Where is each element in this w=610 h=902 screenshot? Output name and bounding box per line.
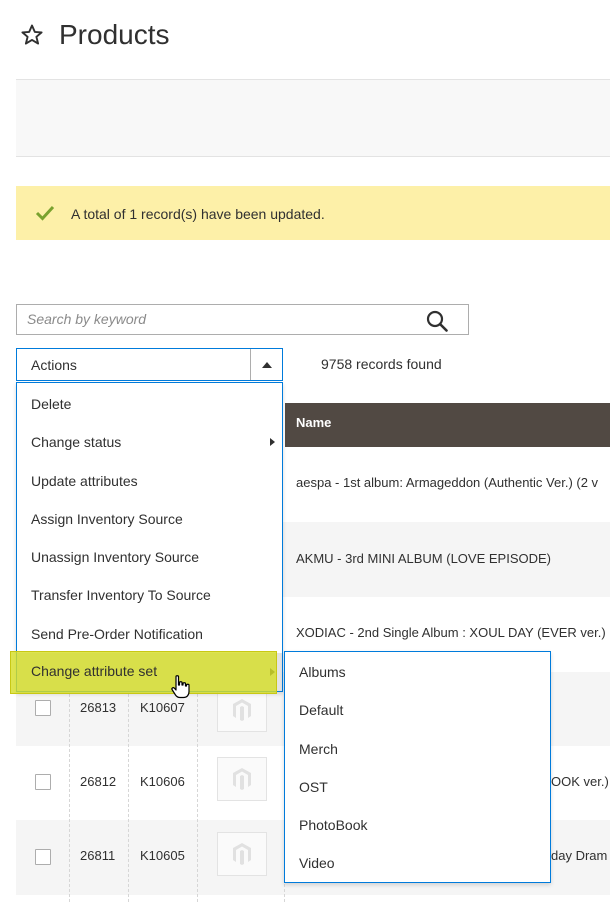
- caret-up-icon: [262, 362, 272, 368]
- row-checkbox[interactable]: [35, 700, 51, 716]
- menu-item-change-status[interactable]: Change status: [17, 423, 282, 461]
- menu-item-unassign-inventory-source[interactable]: Unassign Inventory Source: [17, 538, 282, 576]
- magento-placeholder-icon: [233, 768, 251, 790]
- actions-dropdown[interactable]: Actions: [16, 348, 283, 381]
- attribute-set-video[interactable]: Video: [299, 855, 335, 871]
- column-divider: [69, 694, 70, 902]
- product-name[interactable]: aespa - 1st album: Armageddon (Authentic…: [296, 475, 598, 490]
- filters-bar: [16, 79, 610, 157]
- product-name[interactable]: AKMU - 3rd MINI ALBUM (LOVE EPISODE): [296, 551, 551, 566]
- chevron-right-icon: [270, 438, 275, 446]
- message-text: A total of 1 record(s) have been updated…: [71, 206, 325, 222]
- menu-item-assign-inventory-source[interactable]: Assign Inventory Source: [17, 500, 282, 538]
- magento-placeholder-icon: [233, 699, 251, 721]
- search-box: [16, 304, 469, 335]
- product-thumbnail[interactable]: [217, 832, 267, 876]
- search-icon[interactable]: [426, 310, 448, 332]
- attribute-set-ost[interactable]: OST: [299, 779, 328, 795]
- menu-item-change-attribute-set[interactable]: Change attribute set: [31, 663, 157, 679]
- product-id: 26811: [80, 848, 116, 863]
- actions-label: Actions: [31, 357, 77, 373]
- attribute-set-default[interactable]: Default: [299, 702, 343, 718]
- records-count: 9758 records found: [321, 356, 442, 372]
- product-sku: K10605: [140, 848, 185, 863]
- product-id: 26813: [80, 700, 117, 715]
- product-name-tail[interactable]: day Dram: [551, 848, 607, 863]
- star-icon[interactable]: [20, 23, 44, 47]
- product-id: 26812: [80, 774, 117, 789]
- check-icon: [35, 205, 55, 221]
- column-divider: [128, 694, 129, 902]
- attribute-set-merch[interactable]: Merch: [299, 741, 338, 757]
- attribute-set-photobook[interactable]: PhotoBook: [299, 817, 368, 833]
- search-input[interactable]: [27, 311, 407, 327]
- menu-item-label: Change status: [31, 434, 122, 450]
- actions-toggle-button[interactable]: [250, 349, 282, 380]
- hand-cursor-icon: [171, 675, 190, 699]
- menu-item-send-preorder-notification[interactable]: Send Pre-Order Notification: [17, 615, 282, 653]
- product-thumbnail[interactable]: [217, 757, 267, 801]
- product-name-tail[interactable]: OOK ver.) (: [551, 774, 610, 789]
- actions-menu: Delete Change status Update attributes A…: [16, 382, 283, 692]
- grid-header: [285, 403, 610, 447]
- column-divider: [197, 694, 198, 902]
- attribute-set-submenu: Albums Default Merch OST PhotoBook Video: [284, 651, 551, 883]
- column-header-name[interactable]: Name: [296, 415, 331, 430]
- menu-item-update-attributes[interactable]: Update attributes: [17, 462, 282, 500]
- menu-item-delete[interactable]: Delete: [17, 385, 282, 423]
- magento-placeholder-icon: [233, 843, 251, 865]
- product-thumbnail[interactable]: [217, 688, 267, 732]
- row-checkbox[interactable]: [35, 849, 51, 865]
- menu-item-transfer-inventory[interactable]: Transfer Inventory To Source: [17, 576, 282, 614]
- row-checkbox[interactable]: [35, 774, 51, 790]
- product-name[interactable]: XODIAC - 2nd Single Album : XOUL DAY (EV…: [296, 625, 606, 640]
- product-sku: K10606: [140, 774, 185, 789]
- attribute-set-albums[interactable]: Albums: [299, 664, 346, 680]
- product-sku: K10607: [140, 700, 185, 715]
- page-title: Products: [59, 19, 170, 50]
